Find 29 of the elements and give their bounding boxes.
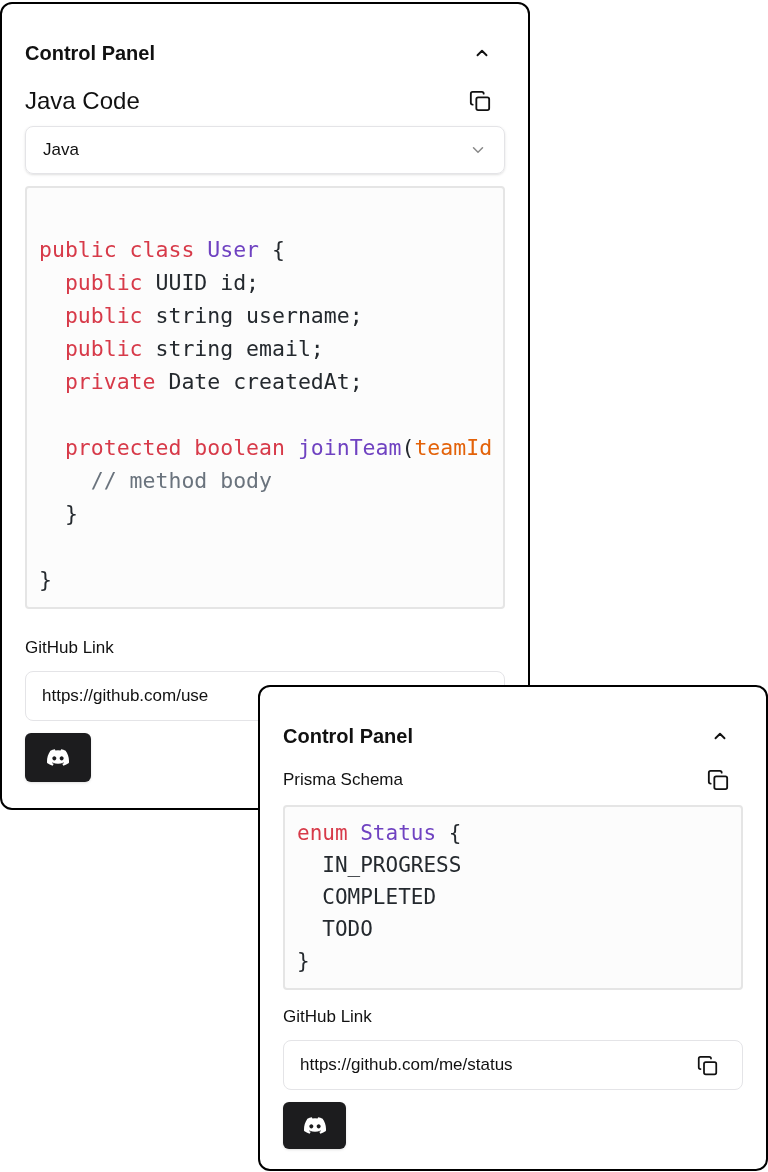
panel-title: Control Panel — [25, 41, 155, 66]
code-line: private Date createdAt; — [63, 368, 363, 396]
copy-icon[interactable] — [707, 769, 729, 791]
section-label: Java Code — [25, 86, 140, 116]
code-line: } — [63, 500, 78, 528]
panel-title: Control Panel — [283, 724, 413, 749]
code-line: enum Status { — [297, 820, 462, 847]
code-line: } — [39, 566, 52, 594]
logo-button[interactable] — [283, 1102, 346, 1149]
code-line: protected boolean joinTeam(teamId — [63, 434, 493, 462]
code-line: public class User { — [39, 236, 285, 264]
code-line: public string username; — [63, 302, 363, 330]
logo-button[interactable] — [25, 733, 91, 782]
code-line: public UUID id; — [63, 269, 260, 297]
code-line: IN_PROGRESS — [321, 852, 462, 879]
code-line: } — [297, 948, 310, 975]
code-line: TODO — [321, 916, 373, 943]
code-line: COMPLETED — [321, 884, 437, 911]
field-label: GitHub Link — [25, 637, 115, 659]
copy-icon[interactable] — [697, 1054, 718, 1076]
code-line: public string email; — [63, 335, 324, 363]
logo-icon — [303, 1117, 326, 1134]
field-label: GitHub Link — [283, 1006, 373, 1028]
copy-icon[interactable] — [469, 90, 491, 112]
link-field[interactable]: https://github.com/me/status — [283, 1040, 743, 1090]
language-select[interactable]: Java — [25, 126, 505, 174]
logo-icon — [47, 749, 69, 766]
section-label: Prisma Schema — [283, 769, 403, 792]
code-line: // method body — [89, 467, 272, 495]
